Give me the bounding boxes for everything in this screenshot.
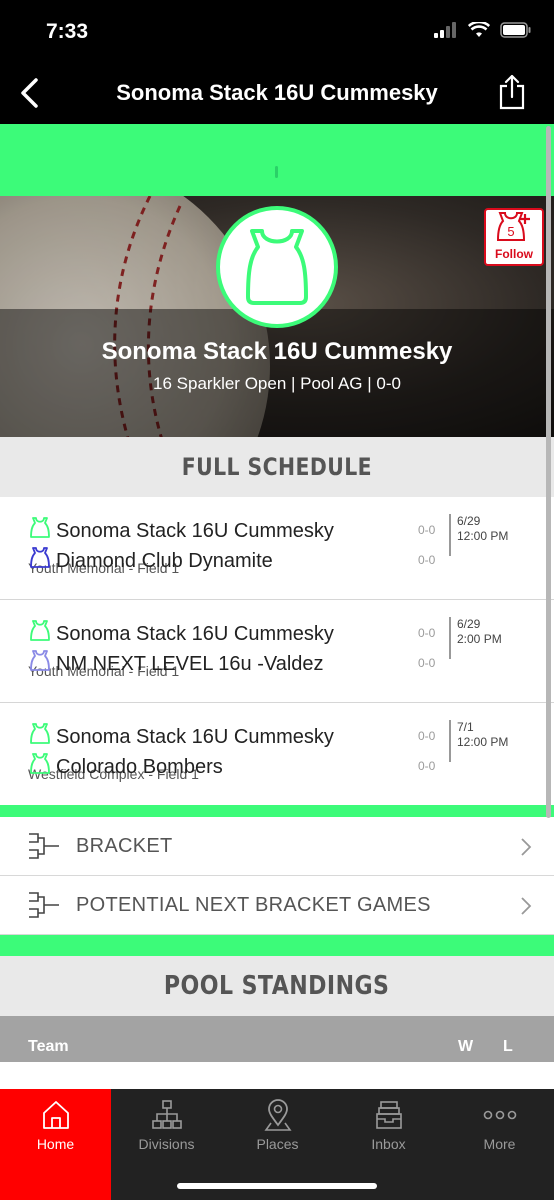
page-title: Sonoma Stack 16U Cummesky bbox=[116, 80, 438, 105]
tab-more[interactable]: More bbox=[444, 1089, 554, 1200]
divisions-icon bbox=[151, 1100, 182, 1129]
bracket-icon bbox=[29, 833, 59, 859]
potential-bracket-row[interactable]: POTENTIAL NEXT BRACKET GAMES bbox=[0, 876, 554, 935]
follow-button[interactable]: 5 Follow bbox=[484, 208, 544, 266]
share-icon[interactable] bbox=[498, 74, 526, 110]
tab-home[interactable]: Home bbox=[0, 1089, 111, 1200]
status-icons bbox=[434, 22, 532, 38]
team-jersey-icon bbox=[30, 547, 50, 575]
team-jersey-icon bbox=[30, 517, 50, 545]
standings-header: Team W L bbox=[0, 1016, 554, 1062]
game-date: 6/29 bbox=[457, 617, 481, 631]
team-jersey-icon bbox=[30, 723, 50, 751]
more-icon bbox=[483, 1110, 516, 1120]
team-jersey-icon bbox=[30, 620, 50, 648]
home-score: 0-0 bbox=[418, 626, 436, 640]
game-datetime: 6/29 12:00 PM bbox=[449, 514, 508, 556]
away-team: Diamond Club Dynamite bbox=[30, 547, 273, 575]
col-team: Team bbox=[28, 1038, 69, 1055]
follow-label: Follow bbox=[495, 247, 533, 261]
accent-band-bottom bbox=[0, 935, 554, 956]
follow-jersey-icon: 5 bbox=[496, 212, 530, 241]
away-team: NM NEXT LEVEL 16u -Valdez bbox=[30, 650, 324, 678]
col-wins: W bbox=[458, 1038, 474, 1055]
home-team-name: Sonoma Stack 16U Cummesky bbox=[56, 622, 334, 645]
full-schedule-heading-text: FULL SCHEDULE bbox=[181, 453, 373, 481]
home-team: Sonoma Stack 16U Cummesky bbox=[30, 723, 334, 751]
chevron-right-icon bbox=[521, 838, 532, 856]
tab-more-label: More bbox=[483, 1136, 516, 1152]
map-pin-icon bbox=[263, 1099, 292, 1131]
game-row[interactable]: Sonoma Stack 16U Cummesky Westfield Compl… bbox=[0, 703, 554, 806]
follow-count: 5 bbox=[507, 224, 514, 239]
away-score: 0-0 bbox=[418, 759, 436, 773]
game-time: 12:00 PM bbox=[457, 735, 509, 749]
game-date: 6/29 bbox=[457, 514, 481, 528]
full-schedule-heading: FULL SCHEDULE bbox=[0, 437, 554, 497]
away-team-name: Diamond Club Dynamite bbox=[56, 549, 273, 572]
team-logo bbox=[216, 206, 338, 328]
tab-divisions-label: Divisions bbox=[138, 1136, 195, 1152]
top-bar: 7:33 Sonoma Stack 16U Cummesky bbox=[0, 0, 554, 124]
wifi-icon bbox=[468, 22, 490, 37]
status-time: 7:33 bbox=[46, 20, 89, 43]
bracket-row[interactable]: BRACKET bbox=[0, 817, 554, 876]
col-losses: L bbox=[503, 1038, 513, 1055]
home-score: 0-0 bbox=[418, 729, 436, 743]
pool-standings-heading: POOL STANDINGS bbox=[0, 956, 554, 1016]
team-jersey-icon bbox=[30, 650, 50, 678]
home-team: Sonoma Stack 16U Cummesky bbox=[30, 517, 334, 545]
game-row[interactable]: Sonoma Stack 16U Cummesky Youth Memorial … bbox=[0, 497, 554, 600]
bracket-icon bbox=[29, 892, 59, 918]
battery-icon bbox=[500, 22, 531, 38]
game-datetime: 6/29 2:00 PM bbox=[449, 617, 502, 659]
away-team: Colorado Bombers bbox=[30, 753, 223, 781]
accent-band-mid bbox=[0, 805, 554, 817]
home-team: Sonoma Stack 16U Cummesky bbox=[30, 620, 334, 648]
bracket-label: BRACKET bbox=[76, 835, 173, 857]
game-time: 12:00 PM bbox=[457, 529, 509, 543]
away-score: 0-0 bbox=[418, 656, 436, 670]
scrollbar[interactable] bbox=[546, 126, 551, 818]
away-team-name: Colorado Bombers bbox=[56, 755, 223, 778]
accent-band-top bbox=[0, 124, 554, 196]
team-jersey-icon bbox=[30, 753, 50, 781]
game-date: 7/1 bbox=[457, 720, 474, 734]
tab-inbox-label: Inbox bbox=[371, 1136, 406, 1152]
game-time: 2:00 PM bbox=[457, 632, 502, 646]
home-team-name: Sonoma Stack 16U Cummesky bbox=[56, 725, 334, 748]
jersey-icon bbox=[246, 229, 308, 305]
team-name: Sonoma Stack 16U Cummesky bbox=[101, 338, 453, 365]
home-team-name: Sonoma Stack 16U Cummesky bbox=[56, 519, 334, 542]
signal-icon bbox=[434, 22, 456, 38]
team-subtitle: 16 Sparkler Open | Pool AG | 0-0 bbox=[153, 374, 401, 393]
chevron-right-icon bbox=[521, 897, 532, 915]
game-row[interactable]: Sonoma Stack 16U Cummesky Youth Memorial … bbox=[0, 600, 554, 703]
team-hero: 5 Follow Sonoma Stack 16U Cummesky 16 Sp… bbox=[0, 196, 554, 437]
away-team-name: NM NEXT LEVEL 16u -Valdez bbox=[56, 652, 324, 675]
home-indicator bbox=[177, 1183, 377, 1189]
game-datetime: 7/1 12:00 PM bbox=[449, 720, 508, 762]
home-score: 0-0 bbox=[418, 523, 436, 537]
tab-places-label: Places bbox=[256, 1136, 299, 1152]
potential-bracket-label: POTENTIAL NEXT BRACKET GAMES bbox=[76, 894, 431, 916]
inbox-icon bbox=[375, 1101, 402, 1129]
home-icon bbox=[42, 1101, 69, 1129]
pool-standings-heading-text: POOL STANDINGS bbox=[164, 971, 390, 1001]
tab-home-label: Home bbox=[36, 1136, 75, 1152]
away-score: 0-0 bbox=[418, 553, 436, 567]
